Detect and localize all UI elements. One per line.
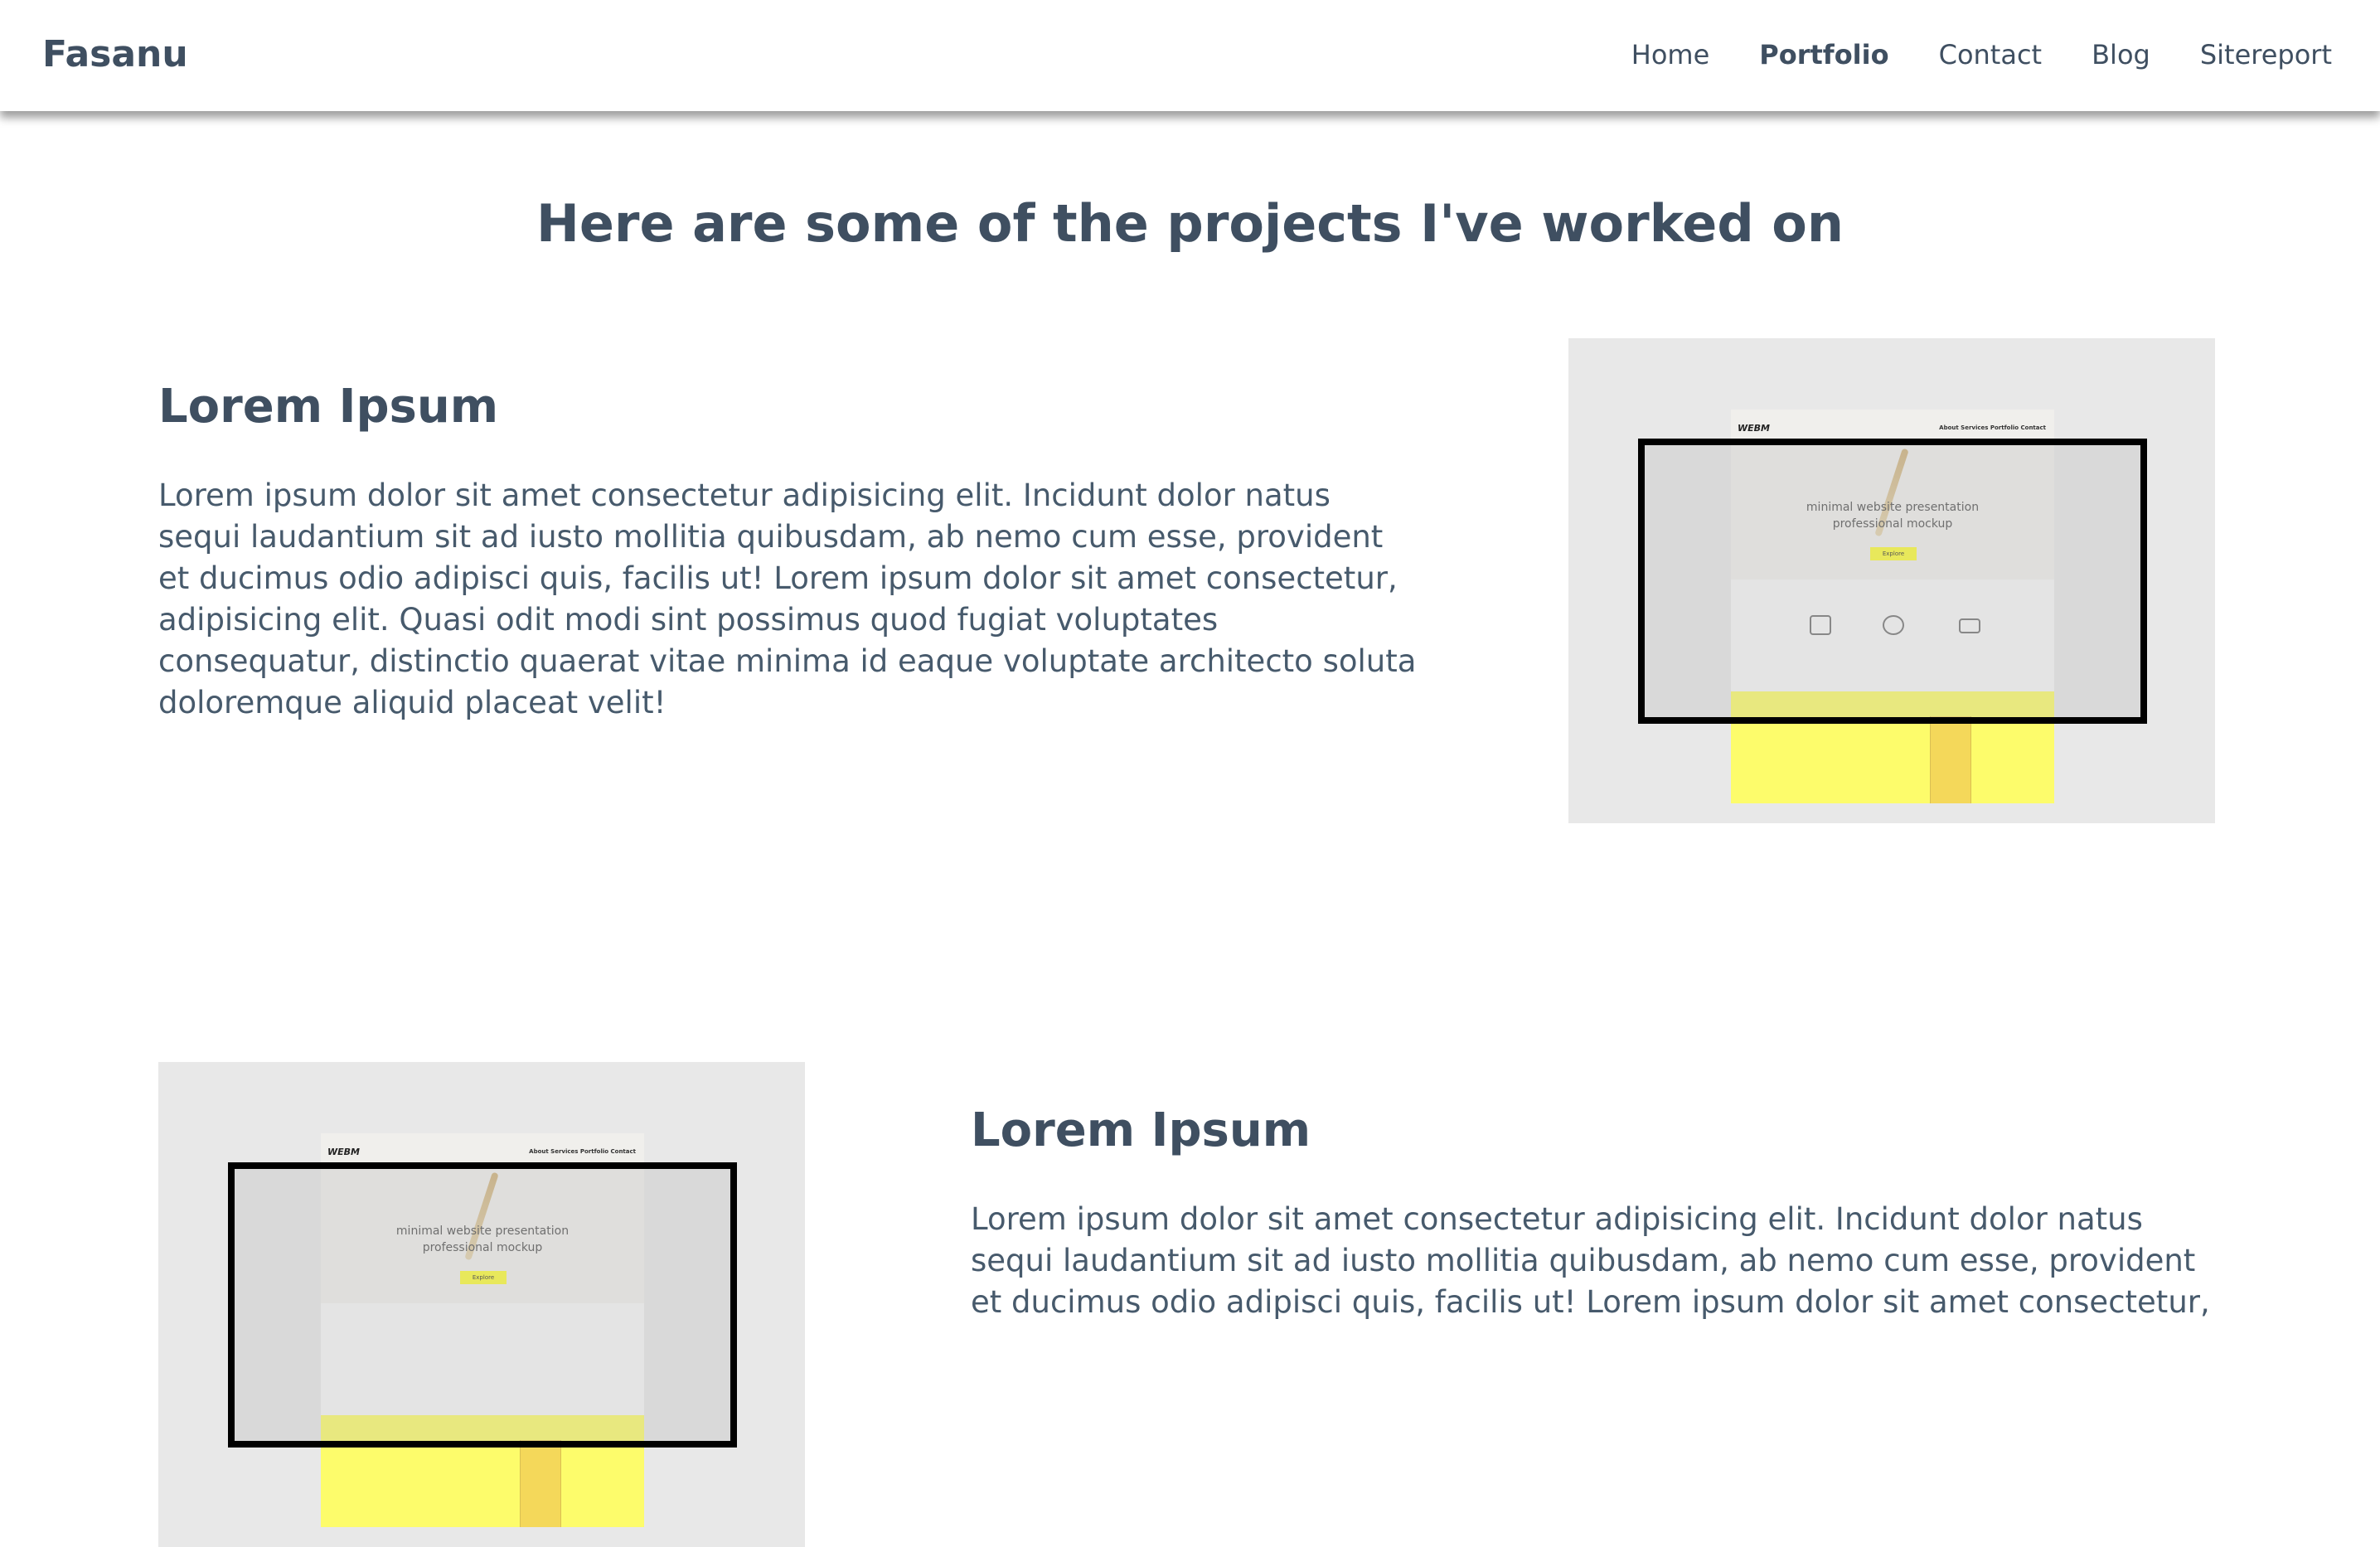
- nav-blog[interactable]: Blog: [2092, 36, 2150, 73]
- project-description: Lorem ipsum dolor sit amet consectetur a…: [158, 478, 1417, 720]
- project-title: Lorem Ipsum: [158, 380, 499, 434]
- project-image: WEBM About Services Portfolio Contact mi…: [158, 1062, 805, 1547]
- site-header: Fasanu Home Portfolio Contact Blog Siter…: [0, 0, 2380, 111]
- mockup-menu: About Services Portfolio Contact: [1939, 424, 2046, 431]
- mockup-logo: WEBM: [1738, 423, 1770, 434]
- nav-portfolio[interactable]: Portfolio: [1759, 36, 1888, 73]
- nav-contact[interactable]: Contact: [1939, 36, 2043, 73]
- project-image: WEBM About Services Portfolio Contact mi…: [1568, 338, 2215, 823]
- project-description: Lorem ipsum dolor sit amet consectetur a…: [971, 1201, 2210, 1320]
- main-nav: Home Portfolio Contact Blog Sitereport: [1631, 36, 2332, 73]
- page-title: Here are some of the projects I've worke…: [536, 193, 1844, 254]
- mockup-yellow-bar: [520, 1440, 561, 1527]
- project-title: Lorem Ipsum: [971, 1103, 1311, 1157]
- brand-logo[interactable]: Fasanu: [42, 32, 188, 78]
- nav-sitereport[interactable]: Sitereport: [2200, 36, 2332, 73]
- mockup-menu: About Services Portfolio Contact: [529, 1148, 636, 1155]
- screen-frame: [1638, 439, 2147, 724]
- mockup-logo: WEBM: [327, 1147, 360, 1157]
- mockup-yellow-bar: [1930, 716, 1971, 803]
- screen-frame: [228, 1162, 737, 1448]
- nav-home[interactable]: Home: [1631, 36, 1710, 73]
